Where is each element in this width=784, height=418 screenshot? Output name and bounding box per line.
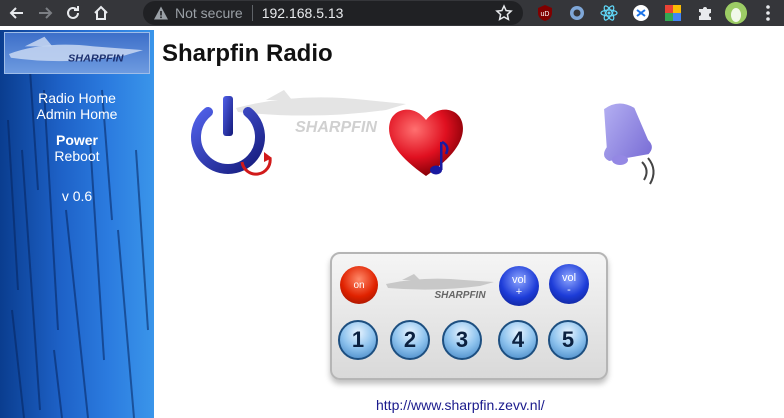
svg-text:uD: uD bbox=[541, 11, 550, 18]
heart-music-icon[interactable] bbox=[384, 100, 468, 184]
vol-up-label: vol bbox=[511, 274, 527, 286]
address-separator bbox=[251, 5, 253, 21]
power-icon[interactable] bbox=[186, 92, 278, 182]
preset-button-2[interactable]: 2 bbox=[390, 320, 430, 360]
on-button-label: on bbox=[353, 279, 365, 291]
sidebar-logo-text: SHARPFIN bbox=[68, 53, 124, 65]
circle-ext-icon[interactable] bbox=[568, 4, 586, 22]
preset-label: 1 bbox=[351, 327, 365, 352]
preset-button-3[interactable]: 3 bbox=[442, 320, 482, 360]
puzzle-icon[interactable] bbox=[696, 4, 714, 22]
remote-brand-text: SHARPFIN bbox=[434, 290, 486, 301]
bell-icon[interactable] bbox=[594, 100, 660, 186]
reload-button[interactable] bbox=[62, 2, 84, 24]
ublock-icon[interactable]: uD bbox=[536, 4, 554, 22]
sidebar-nav: Radio Home Admin Home Power Reboot v 0.6 bbox=[0, 90, 154, 204]
arrow-right-icon bbox=[39, 7, 53, 19]
sidebar-link-admin-home[interactable]: Admin Home bbox=[0, 106, 154, 122]
bookmark-star-icon[interactable] bbox=[495, 4, 513, 22]
remote-brand-logo: SHARPFIN bbox=[386, 274, 494, 301]
home-button[interactable] bbox=[90, 2, 112, 24]
home-icon bbox=[94, 5, 108, 20]
vol-up-sign: + bbox=[515, 286, 523, 298]
sharpfin-logo[interactable]: SHARPFIN bbox=[4, 32, 150, 74]
sidebar-heading-power: Power bbox=[55, 132, 98, 148]
preset-button-5[interactable]: 5 bbox=[548, 320, 588, 360]
sidebar-link-reboot[interactable]: Reboot bbox=[0, 148, 154, 164]
vol-down-label: vol bbox=[561, 272, 577, 284]
back-button[interactable] bbox=[6, 2, 28, 24]
dropbox-ext-icon[interactable] bbox=[632, 4, 650, 22]
sidebar-link-radio-home[interactable]: Radio Home bbox=[0, 90, 154, 106]
version-label: v 0.6 bbox=[61, 188, 93, 204]
homepage-link[interactable]: http://www.sharpfin.zevv.nl/ bbox=[376, 397, 545, 413]
page-title: Sharpfin Radio bbox=[162, 40, 333, 67]
reload-icon bbox=[67, 6, 79, 19]
preset-button-4[interactable]: 4 bbox=[498, 320, 538, 360]
arrow-left-icon bbox=[9, 7, 23, 19]
browser-toolbar: Not secure 192.168.5.13 uD bbox=[0, 0, 784, 26]
url-text[interactable]: 192.168.5.13 bbox=[262, 5, 344, 21]
profile-avatar[interactable] bbox=[725, 2, 747, 24]
preset-label: 3 bbox=[455, 327, 469, 352]
volume-up-button[interactable]: vol + bbox=[499, 266, 539, 306]
preset-label: 2 bbox=[403, 327, 417, 352]
volume-down-button[interactable]: vol - bbox=[549, 264, 589, 304]
forward-button[interactable] bbox=[34, 2, 56, 24]
warning-triangle-icon bbox=[154, 6, 168, 20]
preset-button-1[interactable]: 1 bbox=[338, 320, 378, 360]
preset-label: 5 bbox=[561, 327, 575, 352]
watermark-text: SHARPFIN bbox=[295, 119, 377, 136]
vol-down-sign: - bbox=[567, 284, 571, 296]
sidebar-fish-background bbox=[7, 69, 149, 418]
preset-label: 4 bbox=[511, 327, 525, 352]
sidebar: SHARPFIN Radio Home Admin Home Power Reb… bbox=[0, 30, 154, 418]
kebab-menu-icon[interactable] bbox=[760, 4, 776, 22]
colorful-ext-icon[interactable] bbox=[664, 4, 682, 22]
address-bar[interactable]: Not secure 192.168.5.13 bbox=[143, 1, 523, 25]
on-button[interactable]: on bbox=[340, 266, 378, 304]
security-label[interactable]: Not secure bbox=[175, 5, 243, 21]
react-icon[interactable] bbox=[600, 4, 618, 22]
remote-control: on SHARPFIN vol + vol - 1 2 3 4 5 bbox=[330, 252, 608, 380]
